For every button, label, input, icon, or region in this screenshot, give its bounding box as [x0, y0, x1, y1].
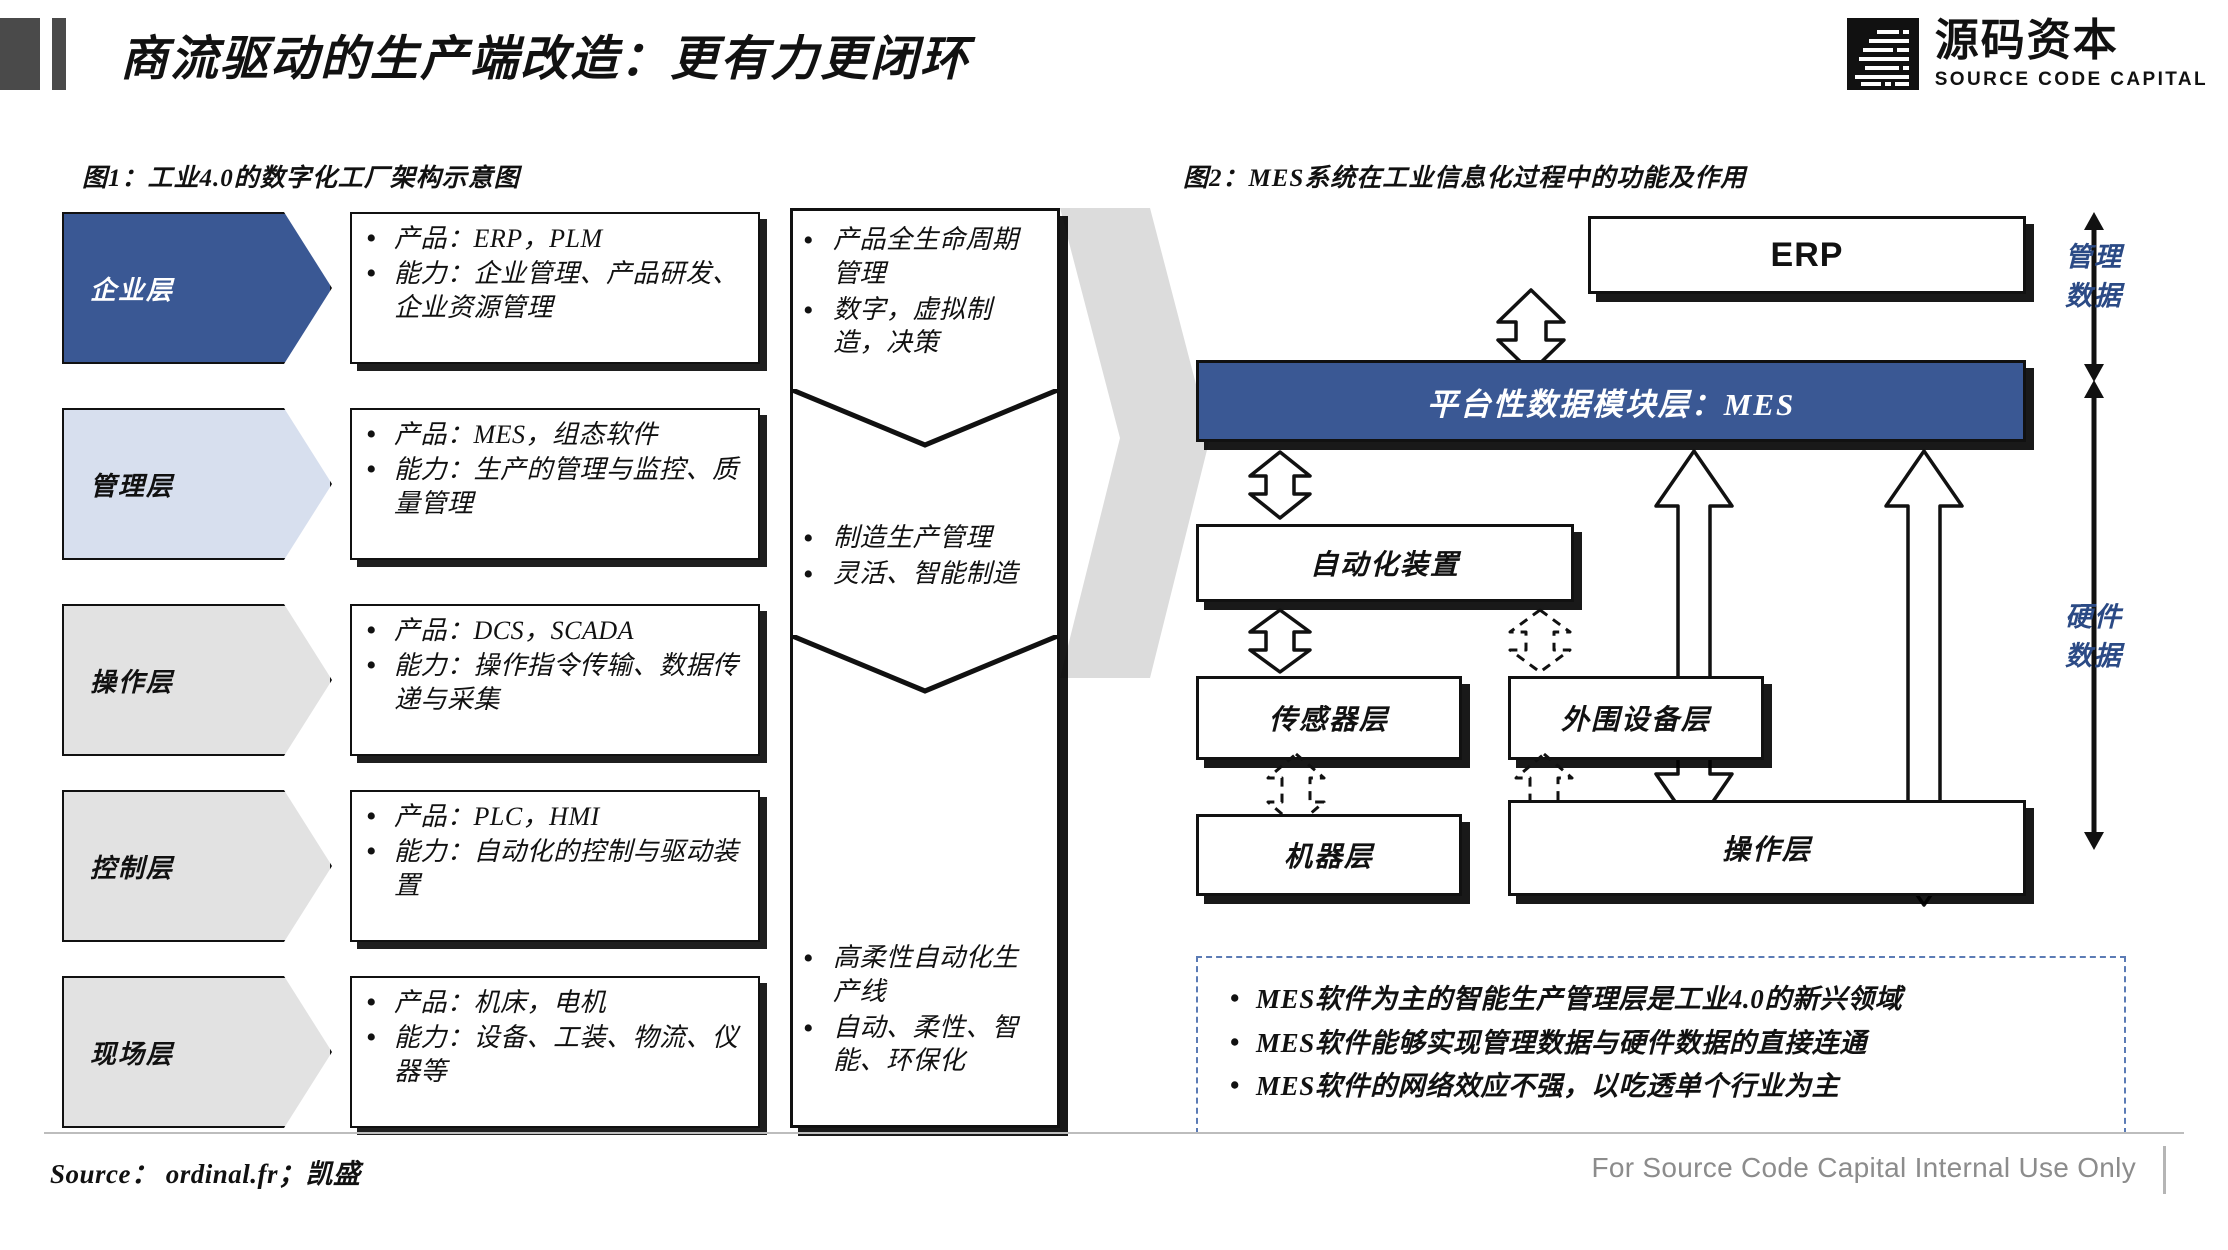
fig1-layer-management: 管理层: [62, 408, 332, 560]
side-label-line: 数据: [2065, 281, 2123, 312]
logo-name-cn: 源码资本: [1934, 16, 2119, 65]
fig2-box-mes: 平台性数据模块层：MES: [1196, 360, 2026, 442]
fig2-box-sensor: 传感器层: [1196, 676, 1462, 760]
footer-accent-tick: [2163, 1146, 2166, 1194]
fig1-detail-item: 产品：PLC，HMI: [360, 798, 748, 837]
fig2-box-label: 外围设备层: [1560, 705, 1711, 736]
fig1-detail-operation: 产品：DCS，SCADA 能力：操作指令传输、数据传递与采集: [350, 604, 760, 756]
fig2-arrow-mes-peripheral-icon: [1646, 448, 1742, 832]
fig2-arrow-automation-peripheral-dashed-icon: [1498, 608, 1582, 674]
fig1-to-fig2-grey-arrow-icon: [1060, 208, 1260, 678]
source-code-capital-logo-icon: [1846, 18, 1919, 90]
fig2-box-peripheral: 外围设备层: [1508, 676, 1764, 760]
fig2-arrow-automation-sensor-icon: [1238, 608, 1322, 674]
fig1-detail-item: 能力：企业管理、产品研发、企业资源管理: [360, 255, 748, 324]
fig1-outcome-item: 产品全生命周期管理: [799, 221, 1043, 291]
fig1-outcome-segment-2: 制造生产管理 灵活、智能制造: [793, 519, 1057, 594]
figure1-caption: 图1：工业4.0的数字化工厂架构示意图: [82, 165, 520, 192]
side-label-line: 硬件: [2065, 602, 2123, 632]
footer-source: Source： ordinal.fr；凯盛: [50, 1159, 361, 1189]
side-label-line: 数据: [2065, 641, 2123, 672]
fig1-detail-item: 能力：自动化的控制与驱动装置: [360, 833, 748, 902]
fig2-note-item: MES软件的网络效应不强，以吃透单个行业为主: [1224, 1064, 2098, 1109]
fig1-chevron-divider-1-icon: [790, 389, 1060, 451]
fig1-layer-field: 现场层: [62, 976, 332, 1128]
brand-logo: 源码资本 SOURCE CODE CAPITAL: [1846, 16, 2208, 90]
side-label-line: 管理: [2065, 242, 2123, 272]
fig1-layer-operation: 操作层: [62, 604, 332, 756]
fig2-box-operation: 操作层: [1508, 800, 2026, 896]
header-accent-bar-thick: [0, 18, 40, 90]
fig2-side-label-hardware-data: 硬件 数据: [2052, 598, 2136, 676]
fig1-detail-field: 产品：机床，电机 能力：设备、工装、物流、仪器等: [350, 976, 760, 1128]
fig2-arrow-mes-automation-icon: [1238, 450, 1322, 520]
fig2-note-item: MES软件能够实现管理数据与硬件数据的直接连通: [1224, 1021, 2098, 1066]
fig1-layer-label: 现场层: [90, 1039, 175, 1069]
fig1-layer-label: 管理层: [90, 471, 175, 501]
figure2-caption: 图2：MES系统在工业信息化过程中的功能及作用: [1183, 165, 1747, 192]
fig1-chevron-divider-2-icon: [790, 635, 1060, 697]
fig1-detail-control: 产品：PLC，HMI 能力：自动化的控制与驱动装置: [350, 790, 760, 942]
footer-confidentiality-note: For Source Code Capital Internal Use Onl…: [1591, 1152, 2136, 1183]
fig1-layer-label: 操作层: [90, 667, 175, 697]
fig1-detail-item: 产品：机床，电机: [360, 984, 748, 1023]
fig1-detail-item: 产品：ERP，PLM: [360, 220, 748, 259]
fig1-detail-management: 产品：MES，组态软件 能力：生产的管理与监控、质量管理: [350, 408, 760, 560]
fig2-box-label: ERP: [1770, 235, 1844, 274]
fig1-outcome-item: 自动、柔性、智能、环保化: [799, 1009, 1043, 1079]
fig1-detail-enterprise: 产品：ERP，PLM 能力：企业管理、产品研发、企业资源管理: [350, 212, 760, 364]
fig1-detail-item: 产品：MES，组态软件: [360, 416, 748, 455]
footer-divider: [44, 1132, 2184, 1134]
fig1-outcome-column: 产品全生命周期管理 数字，虚拟制造，决策 制造生产管理 灵活、智能制造 高柔性自…: [790, 208, 1060, 1128]
fig2-box-label: 平台性数据模块层：MES: [1426, 386, 1796, 422]
fig1-detail-item: 能力：操作指令传输、数据传递与采集: [360, 647, 748, 716]
header-accent-bar-thin: [52, 18, 66, 90]
fig2-box-label: 传感器层: [1268, 705, 1389, 736]
fig1-layer-enterprise: 企业层: [62, 212, 332, 364]
fig1-outcome-segment-1: 产品全生命周期管理 数字，虚拟制造，决策: [793, 221, 1057, 361]
fig2-box-machine: 机器层: [1196, 814, 1462, 896]
page-title: 商流驱动的生产端改造：更有力更闭环: [120, 33, 971, 86]
fig1-outcome-segment-3: 高柔性自动化生产线 自动、柔性、智能、环保化: [793, 939, 1057, 1079]
fig1-outcome-item: 制造生产管理: [799, 519, 1043, 558]
fig2-box-label: 操作层: [1721, 835, 1812, 866]
fig1-detail-item: 能力：生产的管理与监控、质量管理: [360, 451, 748, 520]
logo-name-en: SOURCE CODE CAPITAL: [1934, 69, 2208, 90]
fig2-notes-box: MES软件为主的智能生产管理层是工业4.0的新兴领域 MES软件能够实现管理数据…: [1196, 956, 2126, 1134]
fig2-box-erp: ERP: [1588, 216, 2026, 294]
slide-root: 商流驱动的生产端改造：更有力更闭环 源码资本 SOURCE CODE CAPIT…: [0, 0, 2228, 1250]
fig1-outcome-item: 数字，虚拟制造，决策: [799, 291, 1043, 361]
fig1-detail-item: 能力：设备、工装、物流、仪器等: [360, 1019, 748, 1088]
fig1-outcome-item: 灵活、智能制造: [799, 555, 1043, 594]
fig1-detail-item: 产品：DCS，SCADA: [360, 612, 748, 651]
fig1-outcome-item: 高柔性自动化生产线: [799, 939, 1043, 1009]
fig2-box-label: 自动化装置: [1309, 550, 1460, 581]
fig2-side-label-management-data: 管理 数据: [2052, 238, 2136, 316]
fig1-layer-control: 控制层: [62, 790, 332, 942]
fig2-note-item: MES软件为主的智能生产管理层是工业4.0的新兴领域: [1224, 977, 2098, 1022]
fig2-box-automation: 自动化装置: [1196, 524, 1574, 602]
fig1-layer-label: 控制层: [90, 853, 175, 883]
fig2-box-label: 机器层: [1283, 842, 1374, 873]
fig1-layer-label: 企业层: [90, 275, 175, 305]
